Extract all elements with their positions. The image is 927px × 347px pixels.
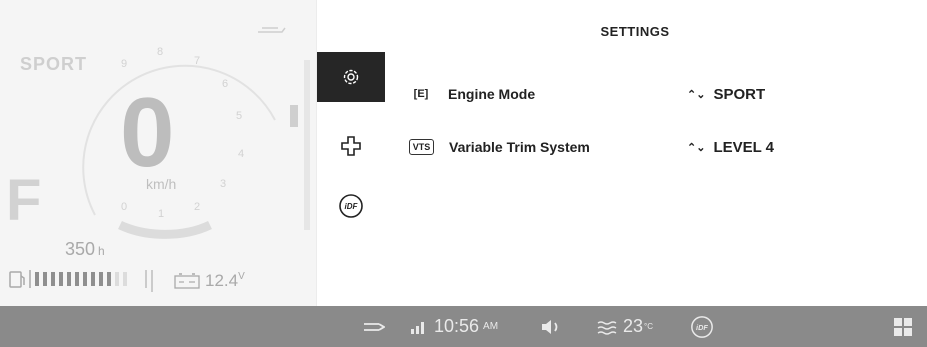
setting-label: Engine Mode (448, 86, 536, 102)
fuel-bar (115, 272, 119, 286)
setting-label: Variable Trim System (449, 139, 590, 155)
fuel-bar (51, 272, 55, 286)
settings-panel: SETTINGS [E] Engine Mode ⌃⌄ SPORT VTS Va… (385, 0, 927, 306)
fuel-bar (67, 272, 71, 286)
gear-icon (343, 69, 359, 85)
speed-value: 0 (120, 77, 175, 187)
sidebar-item-settings[interactable] (317, 52, 385, 102)
battery-voltage: 12.4V (205, 271, 245, 291)
idf-status-icon[interactable]: iDF (690, 306, 714, 347)
engine-hours-value: 350 (65, 239, 96, 259)
engine-mode-selector[interactable]: ⌃⌄ SPORT (687, 86, 765, 103)
battery-voltage-unit: V (238, 271, 245, 282)
water-temp-icon (596, 306, 618, 347)
cross-icon (341, 136, 361, 156)
setting-row-engine-mode[interactable]: [E] Engine Mode ⌃⌄ SPORT (409, 82, 765, 106)
battery-icon (174, 273, 200, 289)
speed-unit: km/h (146, 176, 177, 192)
fuel-bar (75, 272, 79, 286)
apps-grid-icon[interactable] (893, 306, 913, 347)
water-temp-value: 23 (623, 316, 644, 336)
sidebar-item-service[interactable] (317, 121, 385, 171)
fuel-bar (83, 272, 87, 286)
fuel-bar (107, 272, 111, 286)
clock-time: 10:56 (434, 316, 480, 336)
vts-level-selector[interactable]: ⌃⌄ LEVEL 4 (687, 139, 774, 156)
setting-value: SPORT (713, 85, 766, 103)
trim-icon[interactable] (363, 306, 385, 347)
setting-value: LEVEL 4 (713, 138, 775, 156)
idf-icon: iDF (339, 194, 363, 218)
fuel-gauge (9, 270, 147, 288)
boat-icon (258, 27, 286, 33)
page-title: SETTINGS (600, 24, 670, 39)
fuel-bar (43, 272, 47, 286)
water-temp-unit: °C (644, 322, 654, 331)
fuel-level-bars (35, 272, 127, 286)
engine-mode-icon: [E] (413, 88, 429, 100)
sidebar: iDF (316, 0, 386, 306)
up-down-chevron-icon: ⌃⌄ (687, 141, 706, 154)
fuel-bar (99, 272, 103, 286)
signal-icon (410, 306, 428, 347)
idf-icon-label: iDF (345, 202, 359, 211)
sidebar-item-idf[interactable]: iDF (317, 181, 385, 231)
up-down-chevron-icon: ⌃⌄ (687, 88, 706, 101)
water-temperature: 23 °C (623, 306, 653, 347)
engine-mode-icon-letter: E (417, 88, 425, 100)
clock-ampm: AM (483, 321, 499, 332)
fuel-bar (91, 272, 95, 286)
clock: 10:56 AM (434, 306, 498, 347)
gear-indicator: F (6, 168, 42, 233)
gauge-cluster: 0 1 2 3 4 5 6 7 8 9 SPORT 0 km/h F 350 h … (0, 0, 316, 306)
engine-hours: 350 h (65, 239, 105, 260)
fuel-icon (9, 271, 25, 288)
fuel-bar (35, 272, 39, 286)
idf-status-label: iDF (696, 322, 708, 331)
engine-hours-unit: h (98, 244, 105, 258)
fuel-bar (123, 272, 127, 286)
vts-icon: VTS (409, 139, 434, 155)
fuel-bar (59, 272, 63, 286)
ride-mode-label: SPORT (20, 54, 88, 74)
volume-icon[interactable] (540, 306, 566, 347)
status-bar: 10:56 AM 23 °C iDF (0, 306, 927, 347)
setting-row-variable-trim-system[interactable]: VTS Variable Trim System ⌃⌄ LEVEL 4 (409, 135, 774, 159)
battery-voltage-value: 12.4 (205, 271, 239, 290)
